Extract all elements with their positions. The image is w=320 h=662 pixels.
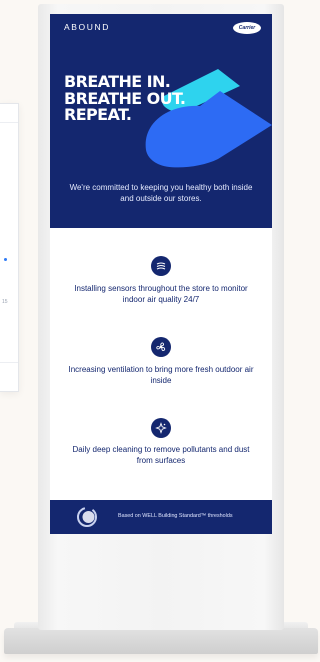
kiosk-screen: ABOUND Carrier BREATHE IN. BREATHE OUT. … <box>50 14 272 534</box>
footer-bar: Based on WELL Building Standard™ thresho… <box>50 500 272 534</box>
footer-note: Based on WELL Building Standard™ thresho… <box>118 513 233 519</box>
card-divider <box>0 362 18 363</box>
headline: BREATHE IN. BREATHE OUT. REPEAT. <box>64 73 186 124</box>
well-certification-icon <box>77 507 97 527</box>
feature-text: Installing sensors throughout the store … <box>74 284 248 304</box>
background-card: 15 <box>0 103 19 392</box>
tagline: We're committed to keeping you healthy b… <box>69 183 253 203</box>
axis-tick-label: 15 <box>2 299 8 305</box>
card-divider <box>0 122 18 123</box>
air-sensor-icon <box>151 256 171 276</box>
feature-text: Increasing ventilation to bring more fre… <box>68 365 254 385</box>
feature-text: Daily deep cleaning to remove pollutants… <box>72 445 250 465</box>
chart-point <box>4 258 7 261</box>
headline-line: REPEAT. <box>64 105 132 124</box>
ventilation-fan-icon <box>151 337 171 357</box>
kiosk-base <box>4 628 318 654</box>
hero-panel: ABOUND Carrier BREATHE IN. BREATHE OUT. … <box>50 14 272 228</box>
cleaning-sparkle-icon <box>151 418 171 438</box>
